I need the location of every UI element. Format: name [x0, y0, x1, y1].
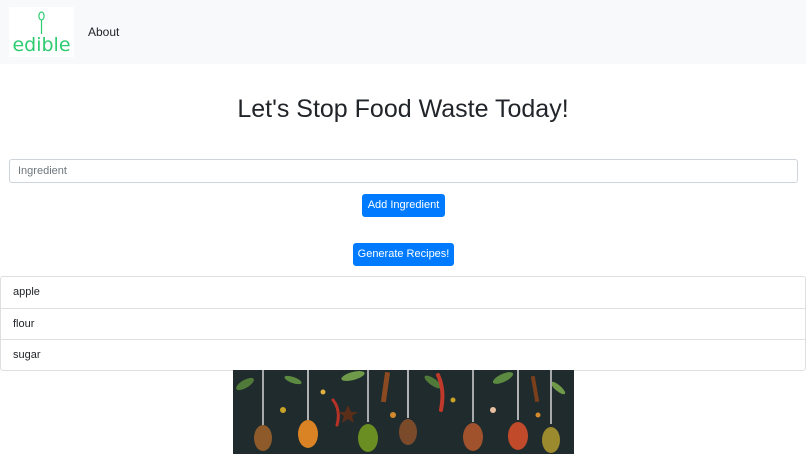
generate-recipes-button[interactable]: Generate Recipes! — [353, 243, 454, 266]
ingredient-item-apple[interactable]: apple — [1, 277, 805, 308]
nav-link-about[interactable]: About — [88, 24, 119, 40]
edible-logo[interactable]: edible — [9, 7, 74, 57]
ingredient-item-sugar[interactable]: sugar — [1, 339, 805, 370]
ingredient-item-flour[interactable]: flour — [1, 308, 805, 339]
add-ingredient-button[interactable]: Add Ingredient — [362, 194, 445, 217]
spices-image — [233, 370, 574, 454]
ingredient-input[interactable] — [9, 159, 798, 183]
spices-on-spoons-photo — [233, 370, 574, 454]
ingredient-list: apple flour sugar — [0, 276, 806, 371]
navbar: edible About — [0, 0, 806, 64]
spoon-icon: edible — [12, 11, 71, 56]
page-title: Let's Stop Food Waste Today! — [237, 95, 569, 123]
logo-wordmark: edible — [12, 34, 70, 56]
